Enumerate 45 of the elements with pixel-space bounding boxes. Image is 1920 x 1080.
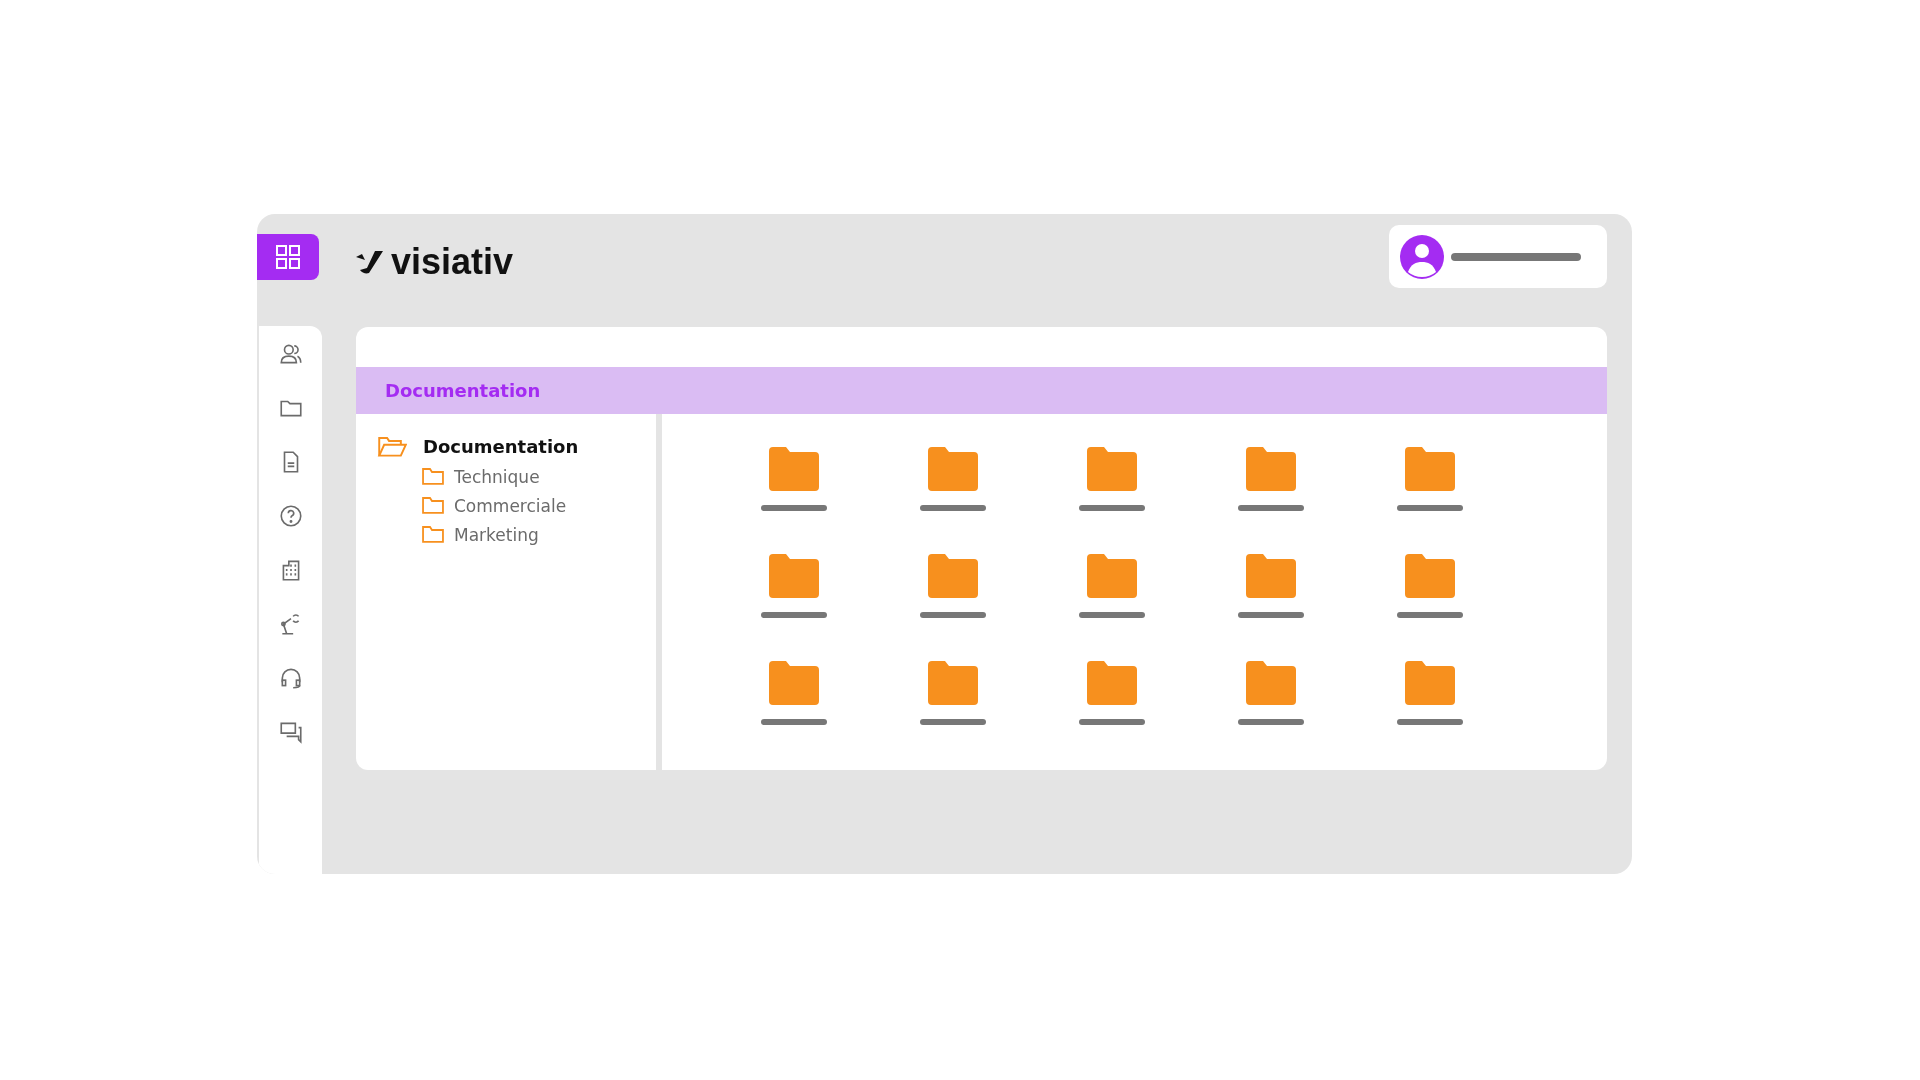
tree-item[interactable]: Technique bbox=[422, 466, 656, 487]
open-folder-icon bbox=[377, 436, 407, 458]
tree-item[interactable]: Marketing bbox=[422, 524, 656, 545]
label-placeholder-bar bbox=[1078, 612, 1145, 618]
folder-icon[interactable] bbox=[927, 447, 978, 491]
label-placeholder-bar bbox=[919, 719, 986, 725]
logo-text: visiativ bbox=[391, 244, 514, 280]
logo-mark-icon bbox=[355, 249, 385, 275]
folder-icon[interactable] bbox=[1245, 661, 1296, 705]
label-placeholder-bar bbox=[919, 612, 986, 618]
tree-item[interactable]: Documentation bbox=[377, 436, 579, 458]
tree-item[interactable]: Commerciale bbox=[422, 495, 656, 516]
folder-icon bbox=[422, 468, 444, 486]
folder-icon[interactable] bbox=[1245, 554, 1296, 598]
label-placeholder-bar bbox=[1396, 612, 1463, 618]
folder-icon[interactable] bbox=[927, 554, 978, 598]
grid-icon bbox=[276, 245, 300, 269]
label-placeholder-bar bbox=[1396, 719, 1463, 725]
label-placeholder-bar bbox=[760, 505, 827, 511]
folder-icon[interactable] bbox=[768, 554, 819, 598]
folder-icon[interactable] bbox=[1086, 447, 1137, 491]
folder-icon bbox=[422, 497, 444, 515]
apps-grid-button[interactable] bbox=[257, 234, 319, 280]
label-placeholder-bar bbox=[760, 612, 827, 618]
avatar-icon bbox=[1399, 233, 1445, 280]
label-placeholder-bar bbox=[1237, 612, 1304, 618]
label-placeholder-bar bbox=[1396, 505, 1463, 511]
label-placeholder-bar bbox=[1237, 719, 1304, 725]
panel-title: Documentation bbox=[385, 380, 541, 401]
folder-icon[interactable] bbox=[1086, 554, 1137, 598]
folder-icon[interactable] bbox=[1404, 661, 1455, 705]
user-card[interactable] bbox=[1389, 225, 1607, 288]
folder-icon[interactable] bbox=[1086, 661, 1137, 705]
folder-icon[interactable] bbox=[1245, 447, 1296, 491]
label-placeholder-bar bbox=[760, 719, 827, 725]
folder-icon bbox=[422, 526, 444, 544]
label-placeholder-bar bbox=[1078, 505, 1145, 511]
folder-icon[interactable] bbox=[1404, 447, 1455, 491]
label-placeholder-bar bbox=[1078, 719, 1145, 725]
folder-icon[interactable] bbox=[927, 661, 978, 705]
folder-icon[interactable] bbox=[768, 447, 819, 491]
folder-icon[interactable] bbox=[1404, 554, 1455, 598]
label-placeholder-bar bbox=[1237, 505, 1304, 511]
folder-icon[interactable] bbox=[768, 661, 819, 705]
label-placeholder-bar bbox=[919, 505, 986, 511]
